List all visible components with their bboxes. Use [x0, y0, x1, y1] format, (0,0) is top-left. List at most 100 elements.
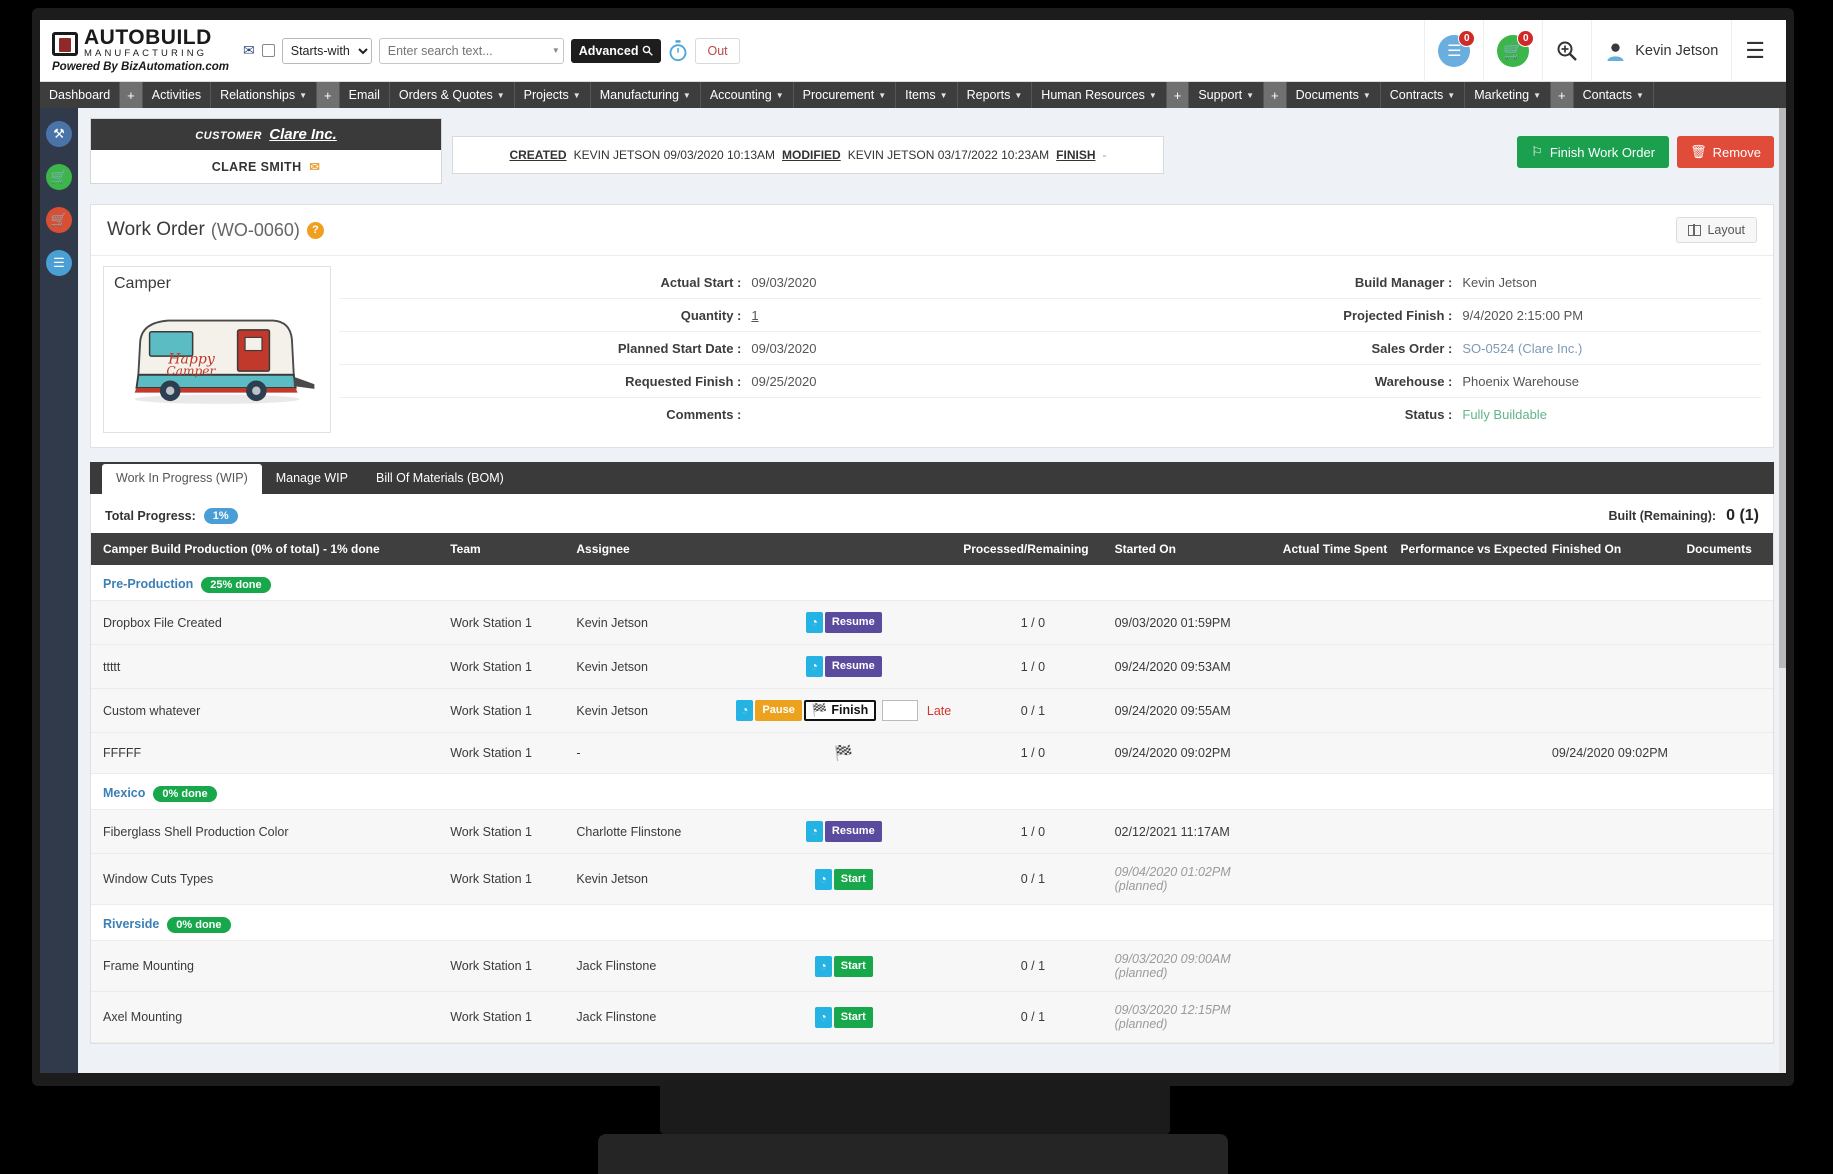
table-row[interactable]: Dropbox File Created Work Station 1 Kevin …: [91, 600, 1773, 645]
group-name[interactable]: Mexico: [103, 786, 145, 800]
cell-task[interactable]: Fiberglass Shell Production Color: [91, 809, 445, 854]
group-name[interactable]: Riverside: [103, 917, 159, 931]
search-input-wrapper[interactable]: ▼: [378, 37, 564, 64]
brand-logo[interactable]: AUTOBUILD MANUFACTURING Powered By BizAu…: [40, 27, 235, 73]
search-checkbox[interactable]: [261, 44, 275, 57]
nav-item-contacts[interactable]: Contacts ▼: [1574, 82, 1654, 108]
cell-task[interactable]: Frame Mounting: [91, 940, 445, 992]
nav-item-dashboard[interactable]: Dashboard: [40, 82, 121, 108]
nav-add-button-20[interactable]: +: [1551, 82, 1574, 108]
pause-button[interactable]: Pause: [755, 700, 802, 721]
main-menu-button[interactable]: ☰: [1731, 20, 1778, 82]
table-row[interactable]: Fiberglass Shell Production Color Work St…: [91, 809, 1773, 854]
table-row[interactable]: Custom whatever Work Station 1 Kevin Jetso…: [91, 688, 1773, 733]
clock-icon[interactable]: ◔: [805, 821, 823, 842]
start-button[interactable]: Start: [833, 955, 873, 977]
finish-quantity-input[interactable]: [882, 700, 918, 721]
nav-item-documents[interactable]: Documents ▼: [1287, 82, 1381, 108]
column-header[interactable]: Camper Build Production (0% of total) - …: [91, 533, 445, 565]
nav-item-reports[interactable]: Reports ▼: [958, 82, 1033, 108]
column-header[interactable]: Finished On: [1545, 533, 1681, 565]
clock-icon[interactable]: ◔: [814, 868, 832, 890]
start-button[interactable]: Start: [833, 1006, 873, 1028]
nav-item-human-resources[interactable]: Human Resources ▼: [1032, 82, 1167, 108]
table-row[interactable]: FFFFF Work Station 1- 🏁 1 / 0 09/24/2020 09:…: [91, 732, 1773, 774]
clock-icon[interactable]: ◔: [805, 612, 823, 633]
finish-button[interactable]: 🏁 Finish: [803, 700, 877, 721]
rail-cart-green-icon[interactable]: 🛒: [46, 164, 72, 190]
chevron-down-icon[interactable]: ▼: [549, 46, 560, 55]
nav-item-email[interactable]: Email: [340, 82, 390, 108]
inventory-button[interactable]: ☰ 0: [1424, 20, 1483, 82]
clock-icon[interactable]: ◔: [814, 1006, 832, 1028]
layout-button[interactable]: Layout: [1676, 217, 1757, 243]
nav-item-support[interactable]: Support ▼: [1189, 82, 1265, 108]
column-header[interactable]: Actual Time Spent: [1276, 533, 1395, 565]
column-header[interactable]: Performance vs Expected: [1394, 533, 1547, 565]
clock-icon[interactable]: ◔: [814, 955, 832, 977]
table-row[interactable]: Frame Mounting Work Station 1 Jack Flinsto…: [91, 940, 1773, 992]
nav-item-orders-quotes[interactable]: Orders & Quotes ▼: [390, 82, 515, 108]
monitor-stand-neck: [660, 1086, 1170, 1134]
info-icon[interactable]: ?: [306, 221, 324, 239]
rail-tools-icon[interactable]: ⚒: [46, 121, 72, 147]
clock-icon[interactable]: ◔: [805, 656, 823, 677]
column-header[interactable]: Documents: [1680, 533, 1773, 565]
clock-icon[interactable]: ◔: [736, 700, 754, 721]
nav-item-manufacturing[interactable]: Manufacturing ▼: [591, 82, 701, 108]
column-header[interactable]: [730, 533, 958, 565]
table-row[interactable]: Axel Mounting Work Station 1 Jack Flinston…: [91, 991, 1773, 1043]
out-status-button[interactable]: Out: [695, 37, 740, 64]
user-menu[interactable]: Kevin Jetson: [1591, 20, 1731, 82]
cell-task[interactable]: Window Cuts Types: [91, 853, 445, 905]
resume-button[interactable]: Resume: [824, 656, 882, 677]
group-name[interactable]: Pre-Production: [103, 577, 193, 591]
finish-work-order-button[interactable]: ⚐ Finish Work Order: [1517, 136, 1670, 168]
nav-item-activities[interactable]: Activities: [143, 82, 212, 108]
nav-item-items[interactable]: Items ▼: [896, 82, 958, 108]
nav-add-button-4[interactable]: +: [317, 82, 340, 108]
nav-item-marketing[interactable]: Marketing ▼: [1465, 82, 1552, 108]
nav-add-button-16[interactable]: +: [1264, 82, 1287, 108]
nav-add-button-14[interactable]: +: [1166, 82, 1190, 108]
table-row[interactable]: ttttt Work Station 1 Kevin Jetson ◔ Resume 1 …: [91, 644, 1773, 689]
cell-task[interactable]: Dropbox File Created: [91, 600, 445, 645]
nav-item-contracts[interactable]: Contracts ▼: [1381, 82, 1466, 108]
resume-button[interactable]: Resume: [824, 612, 882, 633]
scrollbar-thumb[interactable]: [1779, 108, 1786, 668]
nav-add-button-1[interactable]: +: [120, 82, 143, 108]
field-value-right-2[interactable]: SO-0524 (Clare Inc.): [1462, 341, 1582, 356]
content-scrollbar[interactable]: [1779, 108, 1786, 1073]
nav-item-projects[interactable]: Projects ▼: [515, 82, 591, 108]
rail-cart-red-icon[interactable]: 🛒: [46, 207, 72, 233]
cell-task[interactable]: Custom whatever: [91, 688, 445, 733]
cell-task[interactable]: ttttt: [91, 644, 445, 689]
checkered-flag-icon[interactable]: 🏁: [834, 744, 853, 762]
tab-manage-wip[interactable]: Manage WIP: [262, 464, 362, 494]
rail-inventory-icon[interactable]: ☰: [46, 250, 72, 276]
resume-button[interactable]: Resume: [824, 821, 882, 842]
advanced-search-button[interactable]: Advanced: [570, 38, 662, 63]
nav-item-relationships[interactable]: Relationships ▼: [211, 82, 318, 108]
tab-work-in-progress-wip[interactable]: Work In Progress (WIP): [102, 464, 262, 494]
nav-item-procurement[interactable]: Procurement ▼: [794, 82, 897, 108]
remove-button[interactable]: 🗑 Remove: [1677, 136, 1774, 168]
column-header[interactable]: Started On: [1108, 533, 1277, 565]
zoom-search-button[interactable]: [1542, 20, 1591, 82]
search-input[interactable]: [387, 43, 549, 58]
nav-item-accounting[interactable]: Accounting ▼: [701, 82, 794, 108]
column-header[interactable]: Processed/Remaining: [957, 533, 1109, 565]
cell-task[interactable]: Axel Mounting: [91, 991, 445, 1043]
search-mode-select[interactable]: Starts-with: [281, 37, 372, 64]
column-header[interactable]: Assignee: [570, 533, 731, 565]
tab-bill-of-materials-bom[interactable]: Bill Of Materials (BOM): [362, 464, 518, 494]
start-button[interactable]: Start: [833, 868, 873, 890]
contact-email-icon[interactable]: ✉: [309, 160, 320, 174]
customer-name[interactable]: Clare Inc.: [269, 126, 337, 143]
envelope-icon[interactable]: ✉: [243, 42, 255, 59]
cell-task[interactable]: FFFFF: [91, 732, 445, 774]
cart-button[interactable]: 🛒 0: [1483, 20, 1542, 82]
column-header[interactable]: Team: [444, 533, 571, 565]
stopwatch-icon[interactable]: [668, 39, 688, 62]
table-row[interactable]: Window Cuts Types Work Station 1 Kevin Jet…: [91, 853, 1773, 905]
